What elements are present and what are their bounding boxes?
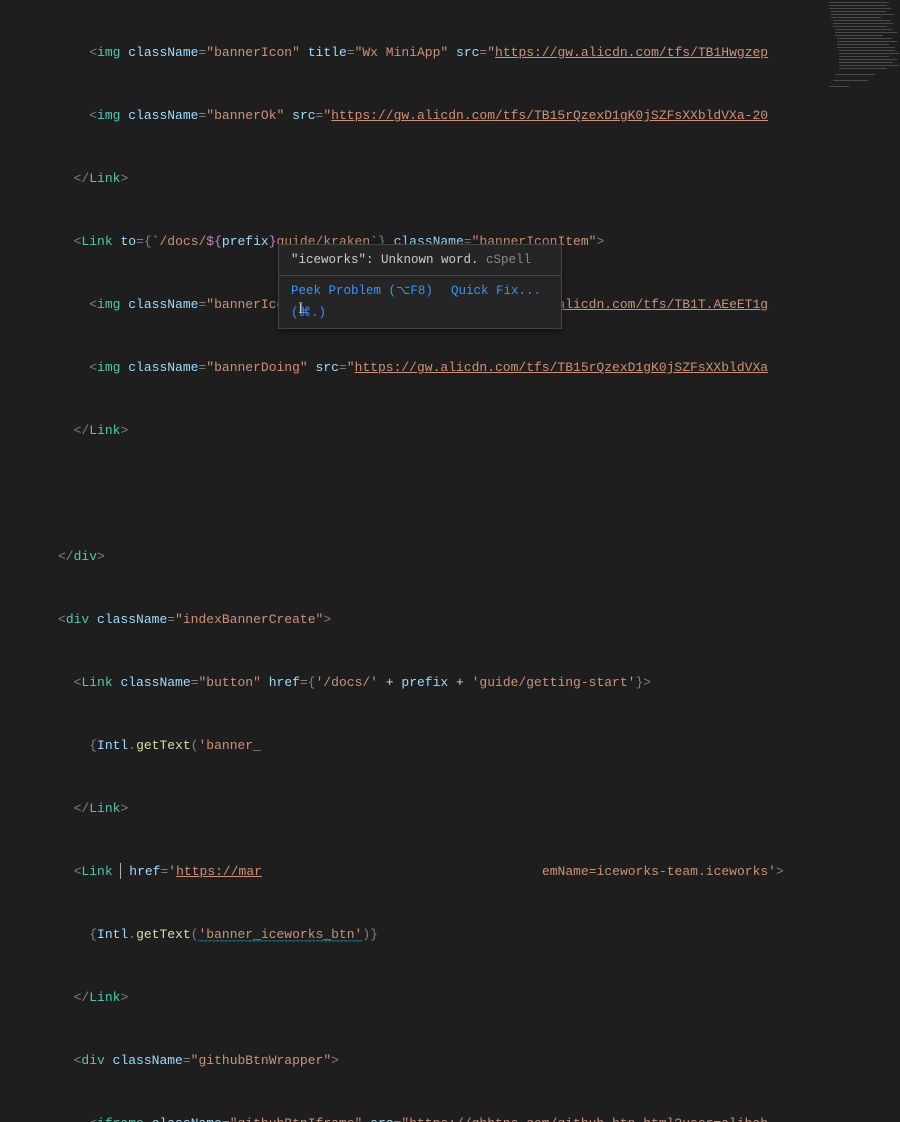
problem-source: cSpell — [486, 253, 531, 267]
code-line[interactable]: <Link className="button" href={'/docs/' … — [18, 672, 900, 693]
code-line[interactable]: </div> — [18, 546, 900, 567]
code-line[interactable]: </Link> — [18, 798, 900, 819]
code-line[interactable]: <div className="githubBtnWrapper"> — [18, 1050, 900, 1071]
peek-problem-link[interactable]: Peek Problem (⌥F8) — [291, 284, 433, 298]
code-line[interactable]: {Intl.getText('banner_ — [18, 735, 900, 756]
code-line[interactable]: <div className="indexBannerCreate"> — [18, 609, 900, 630]
minimap[interactable] — [825, 0, 900, 150]
code-editor[interactable]: <img className="bannerIcon" title="Wx Mi… — [18, 0, 900, 1122]
code-line[interactable]: </Link> — [18, 420, 900, 441]
code-line[interactable]: <img className="bannerDoing" src="https:… — [18, 357, 900, 378]
mouse-cursor-ibeam: I — [298, 298, 303, 319]
code-line[interactable]: <img className="bannerOk" src="https://g… — [18, 105, 900, 126]
text-cursor — [120, 863, 121, 879]
code-line[interactable]: <img className="bannerIcon" title="Wx Mi… — [18, 42, 900, 63]
problem-message: "iceworks": Unknown word. — [291, 253, 479, 267]
code-line[interactable]: </Link> — [18, 168, 900, 189]
code-line[interactable]: <iframe className="githubBtnIframe" src=… — [18, 1113, 900, 1122]
gutter — [0, 0, 18, 561]
code-line[interactable]: {Intl.getText('banner_iceworks_btn')} — [18, 924, 900, 945]
code-line[interactable]: </Link> — [18, 987, 900, 1008]
code-line[interactable] — [18, 483, 900, 504]
code-line[interactable]: <Link href='https://maremName=iceworks-t… — [18, 861, 900, 882]
problem-hover-widget: "iceworks": Unknown word. cSpell Peek Pr… — [278, 244, 562, 329]
